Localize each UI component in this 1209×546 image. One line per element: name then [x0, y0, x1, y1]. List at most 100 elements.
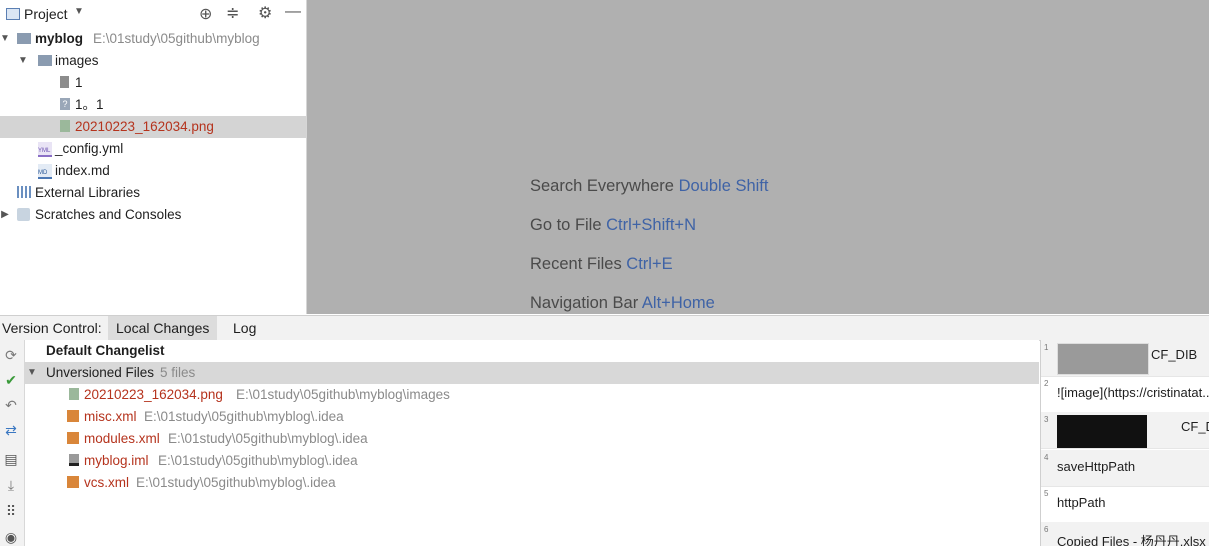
list-item[interactable]: 20210223_162034.png E:\01study\05github\…: [25, 384, 1039, 406]
tree-item-index-md[interactable]: MD index.md: [0, 160, 306, 182]
gear-icon[interactable]: ⚙: [258, 3, 272, 23]
editor-empty-area: Search Everywhere Double Shift Go to Fil…: [307, 0, 1209, 314]
tree-item-file-1[interactable]: 1: [0, 72, 306, 94]
clipboard-index: 2: [1044, 379, 1049, 388]
unknown-file-icon: ?: [60, 98, 70, 110]
clipboard-item[interactable]: 6 Copied Files - 杨丹丹.xlsx: [1041, 522, 1209, 546]
file-path: E:\01study\05github\myblog\.idea: [158, 453, 358, 468]
scratches-icon: [17, 208, 30, 221]
tree-item-label: myblog: [35, 31, 84, 46]
clipboard-index: 4: [1044, 453, 1049, 462]
changelist-default[interactable]: Default Changelist: [25, 340, 1039, 362]
tree-item-external-libraries[interactable]: External Libraries: [0, 182, 306, 204]
tab-local-changes[interactable]: Local Changes: [108, 316, 218, 340]
clipboard-text: CF_DIB: [1181, 419, 1209, 434]
refresh-icon[interactable]: ⟳: [2, 346, 20, 364]
tree-item-png[interactable]: 20210223_162034.png: [0, 116, 306, 138]
xml-file-icon: [67, 432, 79, 444]
file-name: modules.xml: [84, 431, 160, 446]
folder-icon: [17, 33, 31, 44]
clipboard-text: Copied Files - 杨丹丹.xlsx: [1057, 534, 1206, 546]
diff-icon[interactable]: ⇄: [2, 421, 20, 439]
clipboard-text: CF_DIB: [1151, 347, 1198, 362]
changelist-label: Default Changelist: [46, 343, 165, 358]
tree-item-path: E:\01study\05github\myblog: [93, 31, 260, 46]
xml-file-icon: [67, 410, 79, 422]
eye-icon[interactable]: ◉: [2, 528, 20, 546]
clipboard-item[interactable]: 4 saveHttpPath: [1041, 450, 1209, 487]
rollback-icon[interactable]: ↶: [2, 396, 20, 414]
group-label: Unversioned Files: [46, 365, 155, 380]
list-item[interactable]: myblog.iml E:\01study\05github\myblog\.i…: [25, 450, 1039, 472]
hint-text: Recent Files: [530, 255, 622, 273]
version-control-toolbar: ⟳ ✔ ↶ ⇄ ▤ ⤓ ⠿ ◉: [0, 340, 25, 546]
clipboard-index: 3: [1044, 415, 1049, 424]
hint-shortcut: Alt+Home: [641, 294, 715, 312]
chevron-right-icon[interactable]: ▶: [0, 204, 10, 226]
image-file-icon: [69, 388, 79, 400]
hint-search-everywhere: Search Everywhere Double Shift: [530, 177, 768, 196]
group-count: 5 files: [160, 365, 196, 380]
yml-file-icon: YML: [38, 142, 52, 157]
clipboard-item[interactable]: 2 ![image](https://cristinatat...: [1041, 376, 1209, 413]
file-name: vcs.xml: [84, 475, 129, 490]
commit-check-icon[interactable]: ✔: [2, 371, 20, 389]
collapse-all-icon[interactable]: ≑: [226, 3, 239, 23]
hint-shortcut: Ctrl+Shift+N: [606, 216, 696, 234]
xml-file-icon: [67, 476, 79, 488]
tree-item-label: 20210223_162034.png: [75, 119, 214, 134]
tree-item-scratches[interactable]: ▶ Scratches and Consoles: [0, 204, 306, 226]
project-panel-header: Project ▼ ⊕ ≑ ⚙ —: [0, 0, 306, 28]
file-path: E:\01study\05github\myblog\images: [236, 387, 450, 402]
tree-item-myblog[interactable]: ▼ myblog E:\01study\05github\myblog: [0, 28, 306, 50]
version-control-tabbar: Version Control: Local Changes Log: [0, 315, 1209, 341]
clipboard-text: ![image](https://cristinatat...: [1057, 385, 1209, 400]
libraries-icon: [17, 186, 31, 198]
tree-item-label: index.md: [55, 163, 110, 178]
tree-item-config-yml[interactable]: YML _config.yml: [0, 138, 306, 160]
clipboard-index: 5: [1044, 489, 1049, 498]
list-item[interactable]: modules.xml E:\01study\05github\myblog\.…: [25, 428, 1039, 450]
chevron-down-icon[interactable]: ▼: [18, 50, 28, 72]
locate-icon[interactable]: ⊕: [199, 4, 212, 24]
hint-shortcut: Ctrl+E: [626, 255, 673, 273]
hint-text: Navigation Bar: [530, 294, 639, 312]
unversioned-files-group[interactable]: ▼ Unversioned Files 5 files: [25, 362, 1039, 384]
changelist-icon[interactable]: ▤: [2, 450, 20, 468]
tree-item-label: 1。1: [75, 97, 104, 112]
tree-item-label: Scratches and Consoles: [35, 207, 182, 222]
list-item[interactable]: vcs.xml E:\01study\05github\myblog\.idea: [25, 472, 1039, 494]
shelve-icon[interactable]: ⤓: [2, 476, 20, 494]
list-item[interactable]: misc.xml E:\01study\05github\myblog\.ide…: [25, 406, 1039, 428]
chevron-down-icon[interactable]: ▼: [74, 6, 84, 17]
project-view-icon: [6, 8, 20, 20]
hint-text: Search Everywhere: [530, 177, 674, 195]
clipboard-item[interactable]: 5 httpPath: [1041, 486, 1209, 523]
file-path: E:\01study\05github\myblog\.idea: [168, 431, 368, 446]
tree-item-label: images: [55, 53, 99, 68]
chevron-down-icon[interactable]: ▼: [0, 28, 10, 50]
tree-item-images[interactable]: ▼ images: [0, 50, 306, 72]
version-control-label: Version Control:: [2, 320, 102, 336]
hint-recent-files: Recent Files Ctrl+E: [530, 255, 673, 274]
minimize-icon[interactable]: —: [285, 3, 301, 21]
tree-item-file-1-1[interactable]: ? 1。1: [0, 94, 306, 116]
clipboard-index: 1: [1044, 343, 1049, 352]
clipboard-item[interactable]: 1 CF_DIB: [1041, 340, 1209, 377]
chevron-down-icon[interactable]: ▼: [27, 362, 37, 384]
group-by-icon[interactable]: ⠿: [2, 502, 20, 520]
hint-go-to-file: Go to File Ctrl+Shift+N: [530, 216, 696, 235]
tab-log[interactable]: Log: [225, 316, 264, 340]
clipboard-item[interactable]: 3 CF_DIB: [1041, 412, 1209, 449]
file-path: E:\01study\05github\myblog\.idea: [136, 475, 336, 490]
md-file-icon: MD: [38, 164, 52, 179]
image-thumbnail: [1057, 343, 1149, 375]
clipboard-index: 6: [1044, 525, 1049, 534]
image-file-icon: [60, 120, 70, 132]
file-name: myblog.iml: [84, 453, 149, 468]
tree-item-label: _config.yml: [55, 141, 124, 156]
clipboard-text: saveHttpPath: [1057, 459, 1136, 474]
folder-icon: [38, 55, 52, 66]
project-panel-title[interactable]: Project: [24, 6, 68, 22]
clipboard-text: httpPath: [1057, 495, 1106, 510]
